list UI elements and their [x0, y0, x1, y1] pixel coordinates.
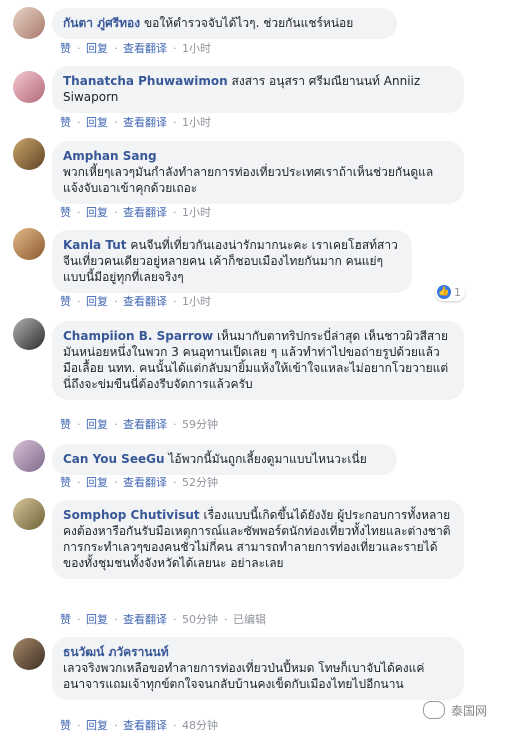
reply-button[interactable]: 回复 [86, 42, 108, 55]
see-translation-button[interactable]: 查看翻译 [123, 116, 167, 129]
like-button[interactable]: 赞 [60, 418, 71, 431]
timestamp[interactable]: 50分钟 [182, 613, 218, 626]
timestamp[interactable]: 52分钟 [182, 476, 218, 489]
edited-label[interactable]: 已编辑 [233, 613, 266, 626]
commenter-name[interactable]: Amphan Sang [63, 149, 157, 163]
commenter-name[interactable]: Can You SeeGu [63, 452, 165, 466]
comment-text: ไอ้พวกนี้มันถูกเลี้ยงดูมาแบบไหนวะเนี่ย [168, 452, 367, 466]
see-translation-button[interactable]: 查看翻译 [123, 42, 167, 55]
reaction-count-value: 1 [454, 285, 461, 299]
reply-button[interactable]: 回复 [86, 719, 108, 732]
commenter-name[interactable]: Somphop Chutivisut [63, 508, 200, 522]
avatar[interactable] [13, 638, 45, 670]
commenter-name[interactable]: Champiion B. Sparrow [63, 329, 213, 343]
avatar[interactable] [13, 71, 45, 103]
see-translation-button[interactable]: 查看翻译 [123, 613, 167, 626]
comment-bubble: ธนวัฒน์ ภวัครานนท์ เลวจริงพวกเหลือขอทำลา… [52, 637, 464, 700]
reply-button[interactable]: 回复 [86, 476, 108, 489]
reply-button[interactable]: 回复 [86, 418, 108, 431]
commenter-name[interactable]: Thanatcha Phuwawimon [63, 74, 228, 88]
avatar[interactable] [13, 318, 45, 350]
commenter-name[interactable]: ธนวัฒน์ ภวัครานนท์ [63, 645, 169, 659]
comment-actions: 赞 · 回复 · 查看翻译 · 48分钟 [60, 719, 218, 732]
like-button[interactable]: 赞 [60, 719, 71, 732]
comment-bubble: Kanla Tut คนจีนที่เที่ยวกันเองน่ารักมากน… [52, 230, 412, 293]
see-translation-button[interactable]: 查看翻译 [123, 719, 167, 732]
comment-actions: 赞 · 回复 · 查看翻译 · 1小时 [60, 206, 211, 219]
avatar[interactable] [13, 228, 45, 260]
comment-bubble: Thanatcha Phuwawimon สงสาร อนุสรา ศรีมณี… [52, 66, 464, 113]
reply-button[interactable]: 回复 [86, 613, 108, 626]
avatar[interactable] [13, 498, 45, 530]
reply-button[interactable]: 回复 [86, 116, 108, 129]
timestamp[interactable]: 1小时 [182, 116, 211, 129]
avatar[interactable] [13, 138, 45, 170]
reply-button[interactable]: 回复 [86, 295, 108, 308]
commenter-name[interactable]: Kanla Tut [63, 238, 126, 252]
like-button[interactable]: 赞 [60, 613, 71, 626]
watermark-text: 泰国网 [450, 703, 487, 718]
thumbs-up-icon: 👍 [437, 285, 451, 299]
timestamp[interactable]: 48分钟 [182, 719, 218, 732]
commenter-name[interactable]: กันตา ภู่ศรีทอง [63, 16, 140, 30]
avatar[interactable] [13, 440, 45, 472]
timestamp[interactable]: 1小时 [182, 295, 211, 308]
watermark: 泰国网 [422, 701, 487, 719]
comment-text: เลวจริงพวกเหลือขอทำลายการท่องเที่ยวป่นปี… [63, 661, 425, 691]
comment-bubble: Can You SeeGu ไอ้พวกนี้มันถูกเลี้ยงดูมาแ… [52, 444, 397, 475]
like-button[interactable]: 赞 [60, 295, 71, 308]
like-button[interactable]: 赞 [60, 206, 71, 219]
reaction-count[interactable]: 👍 1 [435, 283, 465, 301]
like-button[interactable]: 赞 [60, 116, 71, 129]
comment-bubble: Amphan Sang พวกเหี้ยๆเลวๆมันกำลังทำลายกา… [52, 141, 464, 204]
comment-actions: 赞 · 回复 · 查看翻译 · 1小时 [60, 42, 211, 55]
timestamp[interactable]: 1小时 [182, 206, 211, 219]
avatar[interactable] [13, 7, 45, 39]
comment-text: ขอให้ตำรวจจับได้ไวๆ. ช่วยกันแชร์หน่อย [143, 16, 354, 30]
see-translation-button[interactable]: 查看翻译 [123, 206, 167, 219]
reply-button[interactable]: 回复 [86, 206, 108, 219]
comment-actions: 赞 · 回复 · 查看翻译 · 52分钟 [60, 476, 218, 489]
wechat-icon [422, 701, 445, 719]
comment-text: พวกเหี้ยๆเลวๆมันกำลังทำลายการท่องเที่ยวป… [63, 165, 434, 195]
timestamp[interactable]: 1小时 [182, 42, 211, 55]
comment-actions: 赞 · 回复 · 查看翻译 · 1小时 [60, 116, 211, 129]
see-translation-button[interactable]: 查看翻译 [123, 476, 167, 489]
see-translation-button[interactable]: 查看翻译 [123, 295, 167, 308]
comment-bubble: Somphop Chutivisut เรื่องแบบนี้เกิดขึ้นไ… [52, 500, 464, 579]
comment-actions: 赞 · 回复 · 查看翻译 · 59分钟 [60, 418, 218, 431]
comment-bubble: กันตา ภู่ศรีทอง ขอให้ตำรวจจับได้ไวๆ. ช่ว… [52, 8, 397, 39]
see-translation-button[interactable]: 查看翻译 [123, 418, 167, 431]
like-button[interactable]: 赞 [60, 476, 71, 489]
timestamp[interactable]: 59分钟 [182, 418, 218, 431]
comment-actions: 赞 · 回复 · 查看翻译 · 1小时 [60, 295, 211, 308]
like-button[interactable]: 赞 [60, 42, 71, 55]
comment-actions: 赞 · 回复 · 查看翻译 · 50分钟 · 已编辑 [60, 613, 266, 626]
comment-bubble: Champiion B. Sparrow เห็นมากับตาทริปกระบ… [52, 321, 464, 400]
